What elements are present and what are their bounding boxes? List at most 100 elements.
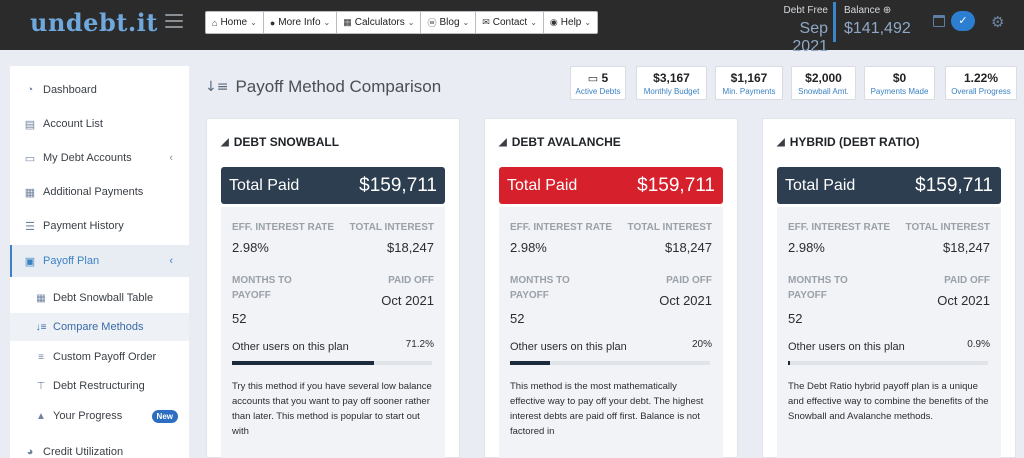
gear-icon[interactable]: ⚙ [991, 13, 1004, 31]
other-users-progress-bar [510, 361, 710, 365]
paid-off-value: Oct 2021 [381, 293, 434, 308]
stat-label: Min. Payments [722, 87, 776, 96]
months-to-payoff-value: 52 [788, 311, 803, 326]
stat-monthly-budget[interactable]: $3,167 Monthly Budget [636, 66, 707, 100]
sidebar-subitem-label: Your Progress [53, 410, 123, 422]
stat-active-debts[interactable]: ▭ 5 Active Debts [570, 66, 626, 100]
plus-circle-icon[interactable]: ⊕ [883, 5, 891, 16]
home-icon: ⌂ [212, 17, 218, 28]
sidebar-item-credit-utilization[interactable]: ◕ Credit Utilization [10, 437, 189, 458]
credit-card-icon: ▭ [587, 73, 599, 85]
stat-label: Payments Made [870, 87, 929, 96]
envelope-icon: ✉ [482, 17, 490, 27]
sidebar-subitem-label: Debt Restructuring [53, 380, 145, 392]
caret-down-icon: ⌄ [584, 18, 592, 27]
months-to-payoff-label: MONTHS TO PAYOFF [788, 275, 848, 301]
main-nav: ⌂ Home ⌄ ● More Info ⌄ ▦ Calculators ⌄ ⓦ Blog ⌄ … [205, 11, 599, 34]
area-chart-icon: ◢ [499, 136, 507, 148]
total-paid-value: $159,711 [637, 174, 715, 196]
other-users-label: Other users on this plan [788, 341, 905, 353]
new-badge: New [151, 409, 178, 423]
paid-off-value: Oct 2021 [937, 293, 990, 308]
paid-off-label: PAID OFF [388, 275, 434, 286]
sidebar-subitem-your-progress[interactable]: ▲ Your Progress New [10, 402, 189, 430]
stat-overall-progress[interactable]: 1.22% Overall Progress [945, 66, 1017, 100]
nav-more-info-button[interactable]: ● More Info ⌄ [263, 11, 338, 34]
other-users-progress-bar [788, 361, 988, 365]
paid-off-label: PAID OFF [666, 275, 712, 286]
card-title-text: DEBT SNOWBALL [233, 135, 340, 149]
sidebar-item-my-debt-accounts[interactable]: ▭ My Debt Accounts ‹ [10, 143, 189, 173]
sort-amount-icon: ↓≡ [205, 79, 229, 95]
logo[interactable]: undebt.it [30, 8, 158, 37]
sidebar-item-payment-history[interactable]: ☰ Payment History [10, 211, 189, 241]
eff-interest-rate-label: EFF. INTEREST RATE [788, 222, 891, 233]
nav-help-button[interactable]: ◉ Help ⌄ [543, 11, 599, 34]
tachometer-icon: ◔ [26, 84, 34, 96]
sidebar-item-label: Payment History [43, 220, 124, 232]
balance-value: $141,492 [844, 20, 911, 37]
eff-interest-rate-label: EFF. INTEREST RATE [510, 222, 613, 233]
mountain-icon: ▲ [36, 410, 46, 422]
sidebar-item-additional-payments[interactable]: ▦ Additional Payments [10, 177, 189, 207]
wordpress-icon: ⓦ [427, 18, 437, 28]
debt-snowball-card: ◢ DEBT SNOWBALL Total Paid $159,711 EFF.… [206, 118, 460, 458]
sidebar-subitem-custom-payoff-order[interactable]: ≡ Custom Payoff Order [10, 343, 189, 371]
sidebar-item-label: Dashboard [43, 84, 97, 96]
stat-min-payments[interactable]: $1,167 Min. Payments [715, 66, 783, 100]
total-interest-value: $18,247 [387, 240, 434, 255]
sidebar-subitem-debt-restructuring[interactable]: ⊤ Debt Restructuring [10, 372, 189, 400]
calendar-icon[interactable] [933, 15, 945, 27]
stat-snowball-amount[interactable]: $2,000 Snowball Amt. [791, 66, 856, 100]
stat-payments-made[interactable]: $0 Payments Made [864, 66, 935, 100]
sidebar-item-payoff-plan[interactable]: ▣ Payoff Plan ‹ [10, 245, 189, 277]
total-paid-label: Total Paid [229, 176, 300, 194]
card-title-text: DEBT AVALANCHE [511, 135, 621, 149]
caret-down-icon: ⌄ [407, 18, 415, 27]
sidebar-subitem-label: Debt Snowball Table [53, 292, 154, 304]
nav-home-button[interactable]: ⌂ Home ⌄ [205, 11, 264, 34]
hamburger-menu-icon[interactable] [165, 14, 183, 28]
months-to-payoff-label: MONTHS TO PAYOFF [232, 275, 292, 301]
debt-free-date: Debt Free Sep 2021 [784, 5, 828, 55]
sidebar-subitem-label: Custom Payoff Order [53, 351, 157, 363]
stat-label: Active Debts [575, 87, 621, 96]
sidebar-item-dashboard[interactable]: ◔ Dashboard [10, 75, 189, 105]
balance-summary: Balance ⊕ $141,492 [844, 5, 911, 37]
table-icon: ▦ [36, 292, 46, 304]
card-stats: EFF. INTEREST RATE TOTAL INTEREST 2.98% … [777, 207, 1001, 458]
nav-blog-button[interactable]: ⓦ Blog ⌄ [421, 11, 477, 34]
check-toggle-button[interactable]: ✓ [951, 11, 975, 31]
stat-value: $0 [892, 71, 907, 85]
stat-label: Monthly Budget [643, 87, 700, 96]
paid-off-value: Oct 2021 [659, 293, 712, 308]
other-users-percent: 20% [691, 339, 712, 350]
sort-amount-icon: ↓≡ [35, 321, 47, 333]
months-to-payoff-value: 52 [510, 311, 525, 326]
area-chart-icon: ◢ [777, 136, 785, 148]
nav-calculators-button[interactable]: ▦ Calculators ⌄ [337, 11, 422, 34]
nav-contact-button[interactable]: ✉ Contact ⌄ [476, 11, 544, 34]
sidebar-item-label: Payoff Plan [43, 255, 100, 267]
total-paid-value: $159,711 [915, 174, 993, 196]
sidebar-subitem-compare-methods[interactable]: ↓≡ Compare Methods [10, 313, 189, 341]
sidebar-subitem-debt-snowball-table[interactable]: ▦ Debt Snowball Table [10, 284, 189, 312]
page-title: ↓≡ Payoff Method Comparison [205, 77, 441, 97]
calendar-check-icon: ▣ [24, 255, 36, 268]
months-to-payoff-label: MONTHS TO PAYOFF [510, 275, 570, 301]
pie-chart-icon: ◕ [26, 446, 34, 458]
method-description: The Debt Ratio hybrid payoff plan is a u… [788, 381, 989, 422]
method-description: This method is the most mathematically e… [510, 381, 704, 437]
stat-value: $2,000 [805, 71, 842, 85]
top-navbar: undebt.it ⌂ Home ⌄ ● More Info ⌄ ▦ Calculator… [0, 0, 1024, 55]
total-interest-label: TOTAL INTEREST [627, 222, 712, 233]
sidebar-item-account-list[interactable]: ▤ Account List [10, 109, 189, 139]
card-stats: EFF. INTEREST RATE TOTAL INTEREST 2.98% … [221, 207, 445, 458]
list-alt-icon: ▤ [24, 118, 36, 131]
eff-interest-rate-label: EFF. INTEREST RATE [232, 222, 335, 233]
stat-value: 1.22% [963, 71, 999, 85]
hybrid-debt-ratio-card: ◢ HYBRID (DEBT RATIO) Total Paid $159,71… [762, 118, 1016, 458]
total-interest-label: TOTAL INTEREST [349, 222, 434, 233]
sidebar-item-label: My Debt Accounts [43, 152, 132, 164]
stat-value: $1,167 [730, 71, 768, 85]
